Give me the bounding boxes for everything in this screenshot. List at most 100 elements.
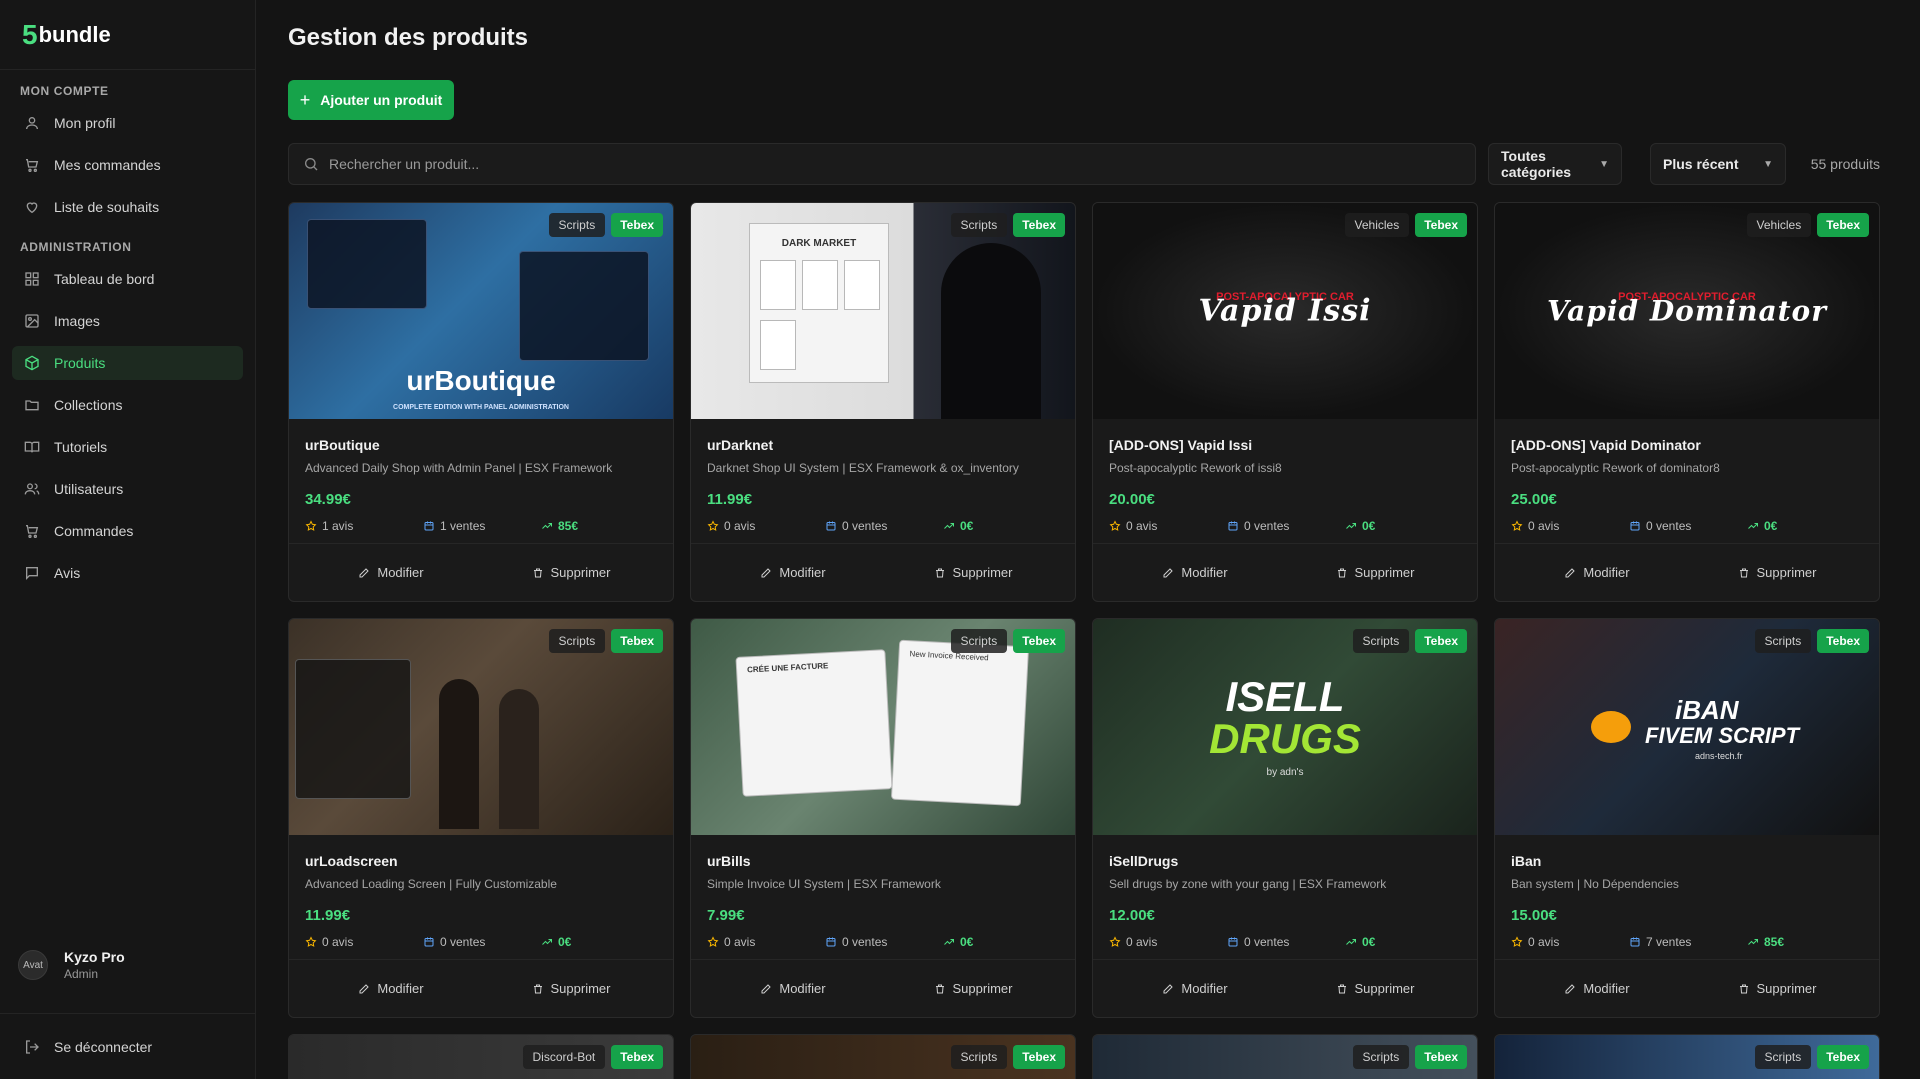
sidebar-item-wishlist[interactable]: Liste de souhaits <box>12 190 243 224</box>
search-input[interactable] <box>329 156 1429 172</box>
trash-icon <box>935 568 944 577</box>
edit-button[interactable]: Modifier <box>708 556 878 590</box>
product-card: urBoutique COMPLETE EDITION WITH PANEL A… <box>288 202 674 602</box>
product-description: Advanced Daily Shop with Admin Panel | E… <box>305 461 613 475</box>
edit-button[interactable]: Modifier <box>306 972 476 1006</box>
trash-icon <box>935 984 944 993</box>
delete-button[interactable]: Supprimer <box>888 972 1058 1006</box>
chevron-down-icon: ▼ <box>1763 158 1773 170</box>
product-thumbnail[interactable]: Scripts Tebex <box>289 619 673 835</box>
sidebar-item-dashboard[interactable]: Tableau de bord <box>12 262 243 296</box>
product-thumbnail[interactable]: Scripts Tebex <box>1495 1035 1879 1079</box>
product-card: Scripts Tebex urLoadscreen Advanced Load… <box>288 618 674 1018</box>
platform-badge: Tebex <box>611 1045 663 1069</box>
sidebar-item-tutorials[interactable]: Tutoriels <box>12 430 243 464</box>
product-stats: 1 avis 1 ventes 85€ <box>305 519 657 533</box>
delete-button[interactable]: Supprimer <box>1692 556 1862 590</box>
sort-select-value: Plus récent <box>1663 156 1739 172</box>
sidebar-item-profile[interactable]: Mon profil <box>12 106 243 140</box>
logout-button[interactable]: Se déconnecter <box>0 1013 256 1079</box>
product-thumbnail[interactable]: POST-APOCALYPTIC CAR Vapid Issi Vehicles… <box>1093 203 1477 419</box>
sidebar-item-reviews[interactable]: Avis <box>12 556 243 590</box>
sidebar-item-commands[interactable]: Commandes <box>12 514 243 548</box>
product-thumbnail[interactable]: Scripts Tebex <box>1093 1035 1477 1079</box>
thumb-title: ISELL <box>1225 673 1345 720</box>
card-actions: Modifier Supprimer <box>1495 959 1879 1017</box>
star-icon <box>305 520 317 532</box>
trend-up-icon <box>1345 520 1357 532</box>
reviews-stat: 0 avis <box>1109 519 1227 533</box>
book-icon <box>24 439 40 455</box>
product-description: Post-apocalyptic Rework of dominator8 <box>1511 461 1720 475</box>
platform-badge: Tebex <box>611 629 663 653</box>
edit-button[interactable]: Modifier <box>708 972 878 1006</box>
platform-badge: Tebex <box>611 213 663 237</box>
edit-button[interactable]: Modifier <box>1110 972 1280 1006</box>
edit-button[interactable]: Modifier <box>1512 556 1682 590</box>
product-price: 12.00€ <box>1109 907 1155 924</box>
thumb-title: Vapid Dominator <box>1547 294 1827 328</box>
edit-button[interactable]: Modifier <box>1110 556 1280 590</box>
product-badges: Scripts Tebex <box>1754 629 1869 653</box>
product-thumbnail[interactable]: CRÉE UNE FACTURE New Invoice Received Sc… <box>691 619 1075 835</box>
sidebar-item-images[interactable]: Images <box>12 304 243 338</box>
delete-button[interactable]: Supprimer <box>486 972 656 1006</box>
category-select[interactable]: Toutes catégories ▼ <box>1488 143 1622 185</box>
product-badges: Scripts Tebex <box>548 213 663 237</box>
delete-button[interactable]: Supprimer <box>888 556 1058 590</box>
add-product-button[interactable]: + Ajouter un produit <box>288 80 454 120</box>
delete-button[interactable]: Supprimer <box>486 556 656 590</box>
product-badges: Scripts Tebex <box>1352 1045 1467 1069</box>
sidebar-item-collections[interactable]: Collections <box>12 388 243 422</box>
star-icon <box>707 936 719 948</box>
product-description: Simple Invoice UI System | ESX Framework <box>707 877 941 891</box>
platform-badge: Tebex <box>1013 213 1065 237</box>
calendar-icon <box>423 936 435 948</box>
product-card: iBAN FIVEM SCRIPT adns-tech.fr Scripts T… <box>1494 618 1880 1018</box>
trash-icon <box>1337 568 1346 577</box>
sidebar-item-products[interactable]: Produits <box>12 346 243 380</box>
sidebar: 5 bundle MON COMPTE Mon profil Mes comma… <box>0 0 256 1079</box>
search-box[interactable] <box>288 143 1476 185</box>
trash-icon <box>533 568 542 577</box>
product-badges: Scripts Tebex <box>1754 1045 1869 1069</box>
delete-button[interactable]: Supprimer <box>1290 972 1460 1006</box>
product-thumbnail[interactable]: iBAN FIVEM SCRIPT adns-tech.fr Scripts T… <box>1495 619 1879 835</box>
category-badge: Scripts <box>950 629 1008 653</box>
product-name: urBoutique <box>305 437 380 453</box>
product-thumbnail[interactable]: urBoutique COMPLETE EDITION WITH PANEL A… <box>289 203 673 419</box>
product-thumbnail[interactable]: POST-APOCALYPTIC CAR Vapid Dominator Veh… <box>1495 203 1879 419</box>
category-badge: Discord-Bot <box>522 1045 606 1069</box>
trend-up-icon <box>541 936 553 948</box>
delete-button[interactable]: Supprimer <box>1692 972 1862 1006</box>
pencil-icon <box>1565 983 1576 993</box>
edit-button[interactable]: Modifier <box>306 556 476 590</box>
sidebar-item-orders[interactable]: Mes commandes <box>12 148 243 182</box>
pencil-icon <box>1565 567 1576 577</box>
thumb-title-2: DRUGS <box>1209 715 1361 762</box>
sales-stat: 0 ventes <box>1227 519 1345 533</box>
thumb-item-box <box>802 260 838 310</box>
edit-button[interactable]: Modifier <box>1512 972 1682 1006</box>
card-actions: Modifier Supprimer <box>1093 543 1477 601</box>
avatar: Avat <box>18 950 48 980</box>
sort-select[interactable]: Plus récent ▼ <box>1650 143 1786 185</box>
product-grid: urBoutique COMPLETE EDITION WITH PANEL A… <box>288 202 1880 1079</box>
product-name: [ADD-ONS] Vapid Dominator <box>1511 437 1701 453</box>
product-name: iSellDrugs <box>1109 853 1179 869</box>
product-description: Sell drugs by zone with your gang | ESX … <box>1109 877 1387 891</box>
trend-up-icon <box>1747 936 1759 948</box>
product-thumbnail[interactable]: ISELL DRUGS by adn's Scripts Tebex <box>1093 619 1477 835</box>
product-description: Advanced Loading Screen | Fully Customiz… <box>305 877 557 891</box>
product-thumbnail[interactable]: Discord-Bot Tebex <box>289 1035 673 1079</box>
product-thumbnail[interactable]: Scripts Tebex <box>691 1035 1075 1079</box>
user-profile[interactable]: Avat Kyzo Pro Admin <box>0 937 256 993</box>
brand-name: bundle <box>38 21 111 47</box>
thumb-ui-panel <box>307 219 427 309</box>
delete-button[interactable]: Supprimer <box>1290 556 1460 590</box>
brand-logo[interactable]: 5 bundle <box>0 0 255 70</box>
calendar-icon <box>423 520 435 532</box>
product-badges: Scripts Tebex <box>548 629 663 653</box>
sidebar-item-users[interactable]: Utilisateurs <box>12 472 243 506</box>
product-thumbnail[interactable]: DARK MARKET Scripts Tebex <box>691 203 1075 419</box>
